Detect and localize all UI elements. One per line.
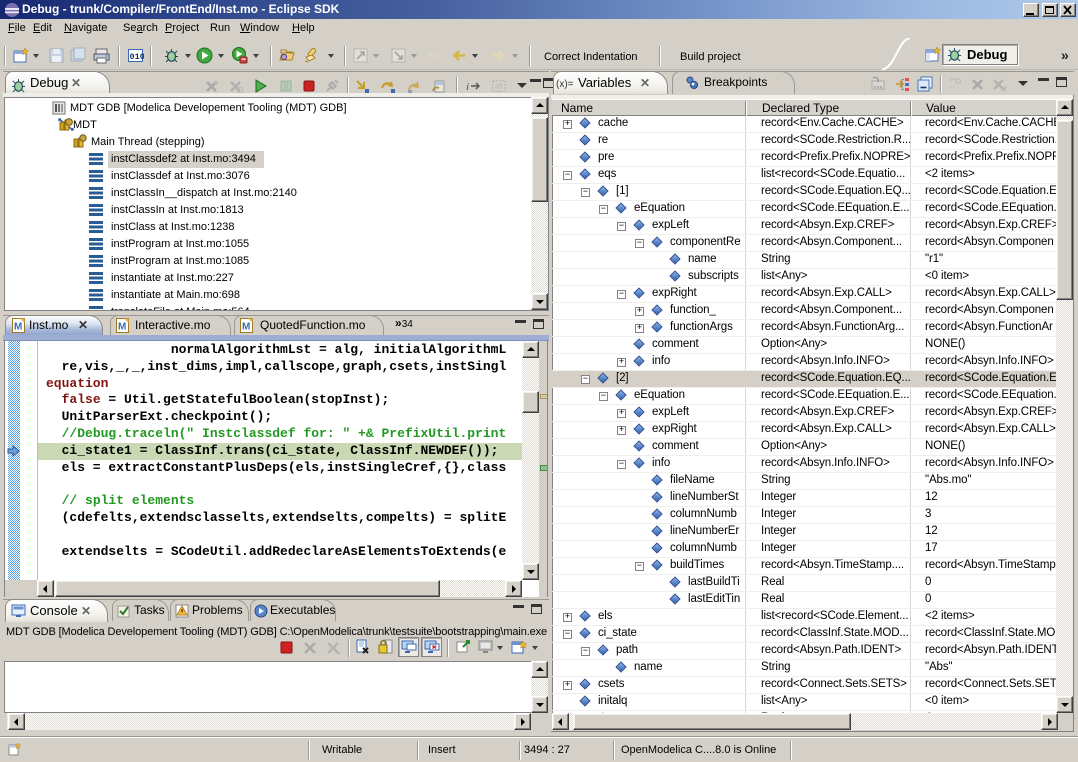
svg-text:010: 010: [130, 52, 145, 62]
svg-text:M: M: [242, 322, 250, 333]
svg-text:M: M: [14, 322, 22, 333]
svg-text:i: i: [466, 81, 469, 93]
svg-text:M: M: [118, 322, 126, 333]
